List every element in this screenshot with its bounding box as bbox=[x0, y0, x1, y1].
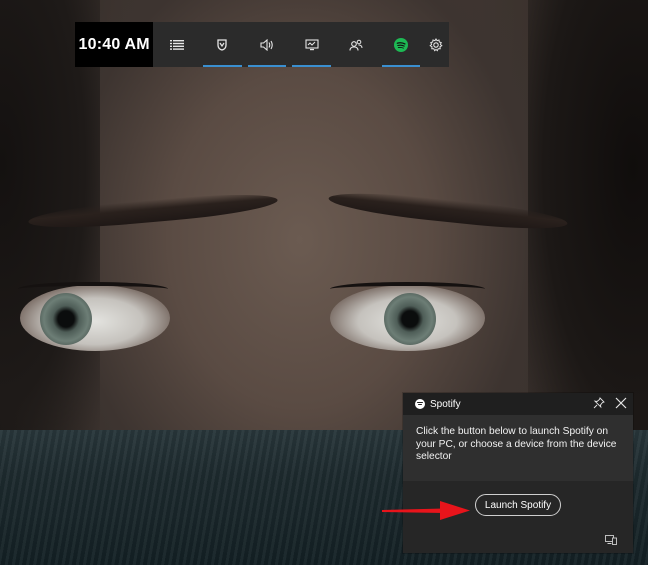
achievements-icon bbox=[217, 38, 227, 51]
game-bar: 10:40 AM bbox=[75, 22, 449, 67]
widget-title-bar[interactable]: Spotify bbox=[403, 393, 633, 415]
achievements-button[interactable] bbox=[200, 22, 245, 67]
device-selector-icon[interactable] bbox=[605, 535, 617, 545]
spotify-button[interactable] bbox=[379, 22, 424, 67]
audio-button[interactable] bbox=[245, 22, 290, 67]
audio-icon bbox=[260, 38, 273, 51]
menu-button[interactable] bbox=[153, 22, 200, 67]
spotify-icon bbox=[393, 37, 408, 52]
pin-icon[interactable] bbox=[593, 397, 605, 409]
settings-icon bbox=[429, 37, 443, 52]
social-icon bbox=[349, 39, 363, 51]
menu-icon bbox=[169, 39, 184, 50]
performance-icon bbox=[305, 38, 319, 50]
settings-button[interactable] bbox=[423, 22, 449, 67]
social-button[interactable] bbox=[334, 22, 379, 67]
close-icon[interactable] bbox=[615, 397, 627, 409]
spotify-widget: Spotify Click the button below to launch… bbox=[403, 393, 633, 553]
performance-button[interactable] bbox=[289, 22, 334, 67]
clock: 10:40 AM bbox=[75, 22, 154, 67]
annotation-arrow bbox=[382, 501, 470, 520]
widget-title: Spotify bbox=[430, 398, 461, 410]
widget-body: Click the button below to launch Spotify… bbox=[403, 415, 633, 481]
widget-message: Click the button below to launch Spotify… bbox=[416, 426, 617, 463]
launch-spotify-button[interactable]: Launch Spotify bbox=[475, 494, 561, 516]
spotify-logo-icon bbox=[415, 399, 425, 409]
